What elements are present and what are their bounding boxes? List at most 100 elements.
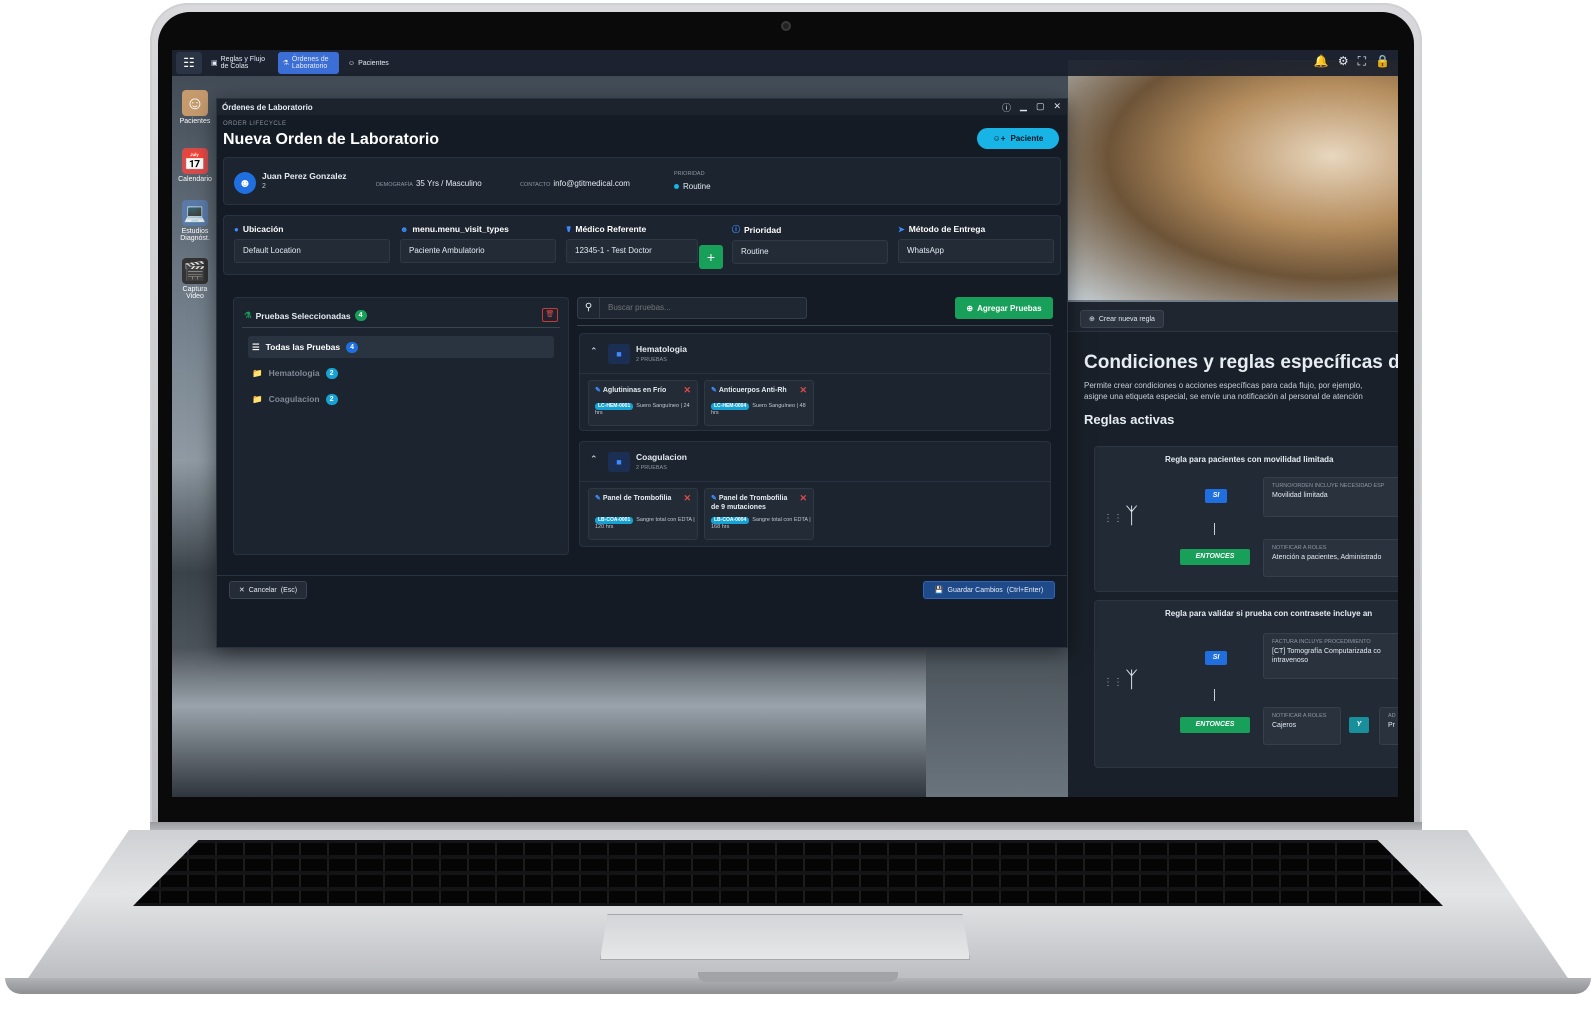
filter-hematologia[interactable]: 📁 Hematologia 2 — [248, 362, 554, 384]
test-group-coagulacion: ⌃ ■ Coagulacion 2 PRUEBAS ✎ Panel de Trom… — [579, 441, 1051, 547]
priority-label: PRIORIDAD — [674, 171, 705, 177]
status-dot-icon — [674, 184, 679, 190]
search-box: ⚲ — [577, 297, 807, 319]
condition-box[interactable]: FACTURA INCLUYE PROCEDIMIENTO [CT] Tomogr… — [1263, 633, 1398, 679]
pipette-icon: ✎ — [711, 387, 717, 394]
remove-test-icon[interactable]: ✕ — [799, 493, 807, 504]
studies-icon: 💻 — [182, 200, 208, 226]
save-button[interactable]: 💾 Guardar Cambios (Ctrl+Enter) — [923, 581, 1055, 599]
priority-select[interactable]: Routine — [732, 240, 888, 264]
rule-card[interactable]: Regla para pacientes con movilidad limit… — [1094, 446, 1398, 592]
then-tag: ENTONCES — [1180, 549, 1250, 565]
help-icon[interactable]: ⓘ — [1002, 101, 1011, 114]
drag-handle-icon[interactable]: ⋮⋮ — [1103, 677, 1123, 688]
folder-icon: 📁 — [252, 393, 263, 404]
desktop-icon-video[interactable]: 🎬 Captura Video — [174, 258, 216, 300]
minimize-icon[interactable]: ▁ — [1020, 101, 1027, 114]
keyboard — [133, 840, 1443, 906]
remove-test-icon[interactable]: ✕ — [683, 385, 691, 396]
patient-button[interactable]: ☺+ Paciente — [977, 128, 1059, 149]
desktop-icon-calendario[interactable]: 📅 Calendario — [174, 148, 216, 183]
rules-heading: Condiciones y reglas específicas de at — [1084, 352, 1398, 373]
user-settings-icon[interactable]: ⚙ — [1338, 54, 1349, 69]
chevron-up-icon[interactable]: ⌃ — [590, 454, 598, 465]
lab-icon: ⚗ — [282, 59, 289, 67]
test-card[interactable]: ✎ Aglutininas en Frío ✕ LC-HEM-0001 Suero … — [588, 380, 698, 426]
filter-all-tests[interactable]: ☰ Todas las Pruebas 4 — [248, 336, 554, 358]
video-icon: 🎬 — [182, 258, 208, 284]
drag-handle-icon[interactable]: ⋮⋮ — [1103, 513, 1123, 524]
lab-order-window: Órdenes de Laboratorio ⓘ ▁ ▢ ✕ ORDER LIF… — [216, 98, 1068, 648]
if-tag: SI — [1205, 651, 1227, 665]
clear-tests-button[interactable]: 🗑 — [542, 308, 558, 322]
folder-icon: ■ — [608, 452, 630, 472]
laptop-notch — [698, 972, 898, 982]
test-card[interactable]: ✎ Panel de Trombofilia de 9 mutaciones ✕ … — [704, 488, 814, 540]
lock-icon[interactable]: 🔒 — [1375, 54, 1390, 69]
lifecycle-label: ORDER LIFECYCLE — [223, 121, 287, 127]
action-box[interactable]: AD Pr — [1379, 707, 1398, 745]
connector-line — [1214, 523, 1215, 535]
field-delivery: ➤ Método de Entrega WhatsApp — [898, 224, 1054, 263]
rule-title: Regla para pacientes con movilidad limit… — [1165, 455, 1334, 464]
test-group-hematologia: ⌃ ■ Hematologia 2 PRUEBAS ✎ Aglutininas e… — [579, 333, 1051, 431]
patients-icon: ☺ — [182, 90, 208, 116]
key-row — [133, 875, 1443, 887]
rules-panel: ⊕ Crear nueva regla Condiciones y reglas … — [1068, 302, 1398, 797]
maximize-icon[interactable]: ▢ — [1036, 101, 1045, 114]
bell-icon[interactable]: 🔔 — [1314, 54, 1329, 69]
patient-contact: CONTACTO info@gtitmedical.com — [520, 179, 630, 188]
chevron-up-icon[interactable]: ⌃ — [590, 346, 598, 357]
plus-circle-icon: ⊕ — [1089, 316, 1095, 323]
page-title: Nueva Orden de Laboratorio — [223, 131, 440, 148]
action-box[interactable]: NOTIFICAR A ROLES Cajeros — [1263, 707, 1341, 745]
selected-tests-heading: ⚗ Pruebas Seleccionadas 4 — [244, 310, 367, 321]
rule-title: Regla para validar si prueba con contras… — [1165, 609, 1373, 618]
divider — [242, 327, 560, 328]
if-tag: SI — [1205, 489, 1227, 503]
create-rule-button[interactable]: ⊕ Crear nueva regla — [1080, 310, 1164, 328]
screen: ☷ ▣ Reglas y Flujo de Colas ⚗ Órdenes de L… — [172, 50, 1398, 797]
add-tests-button[interactable]: ⊕ Agregar Pruebas — [955, 297, 1053, 319]
close-icon[interactable]: ✕ — [1053, 101, 1061, 114]
rule-card[interactable]: Regla para validar si prueba con contras… — [1094, 600, 1398, 768]
rules-toolbar: ⊕ Crear nueva regla — [1068, 302, 1398, 332]
folder-icon: ■ — [608, 344, 630, 364]
stethoscope-icon: ☤ — [566, 224, 572, 234]
group-header[interactable]: ⌃ ■ Hematologia 2 PRUEBAS — [580, 334, 1050, 374]
delivery-select[interactable]: WhatsApp — [898, 239, 1054, 263]
remove-test-icon[interactable]: ✕ — [683, 493, 691, 504]
add-doctor-button[interactable]: + — [699, 245, 723, 269]
desktop-icon-pacientes[interactable]: ☺ Pacientes — [174, 90, 216, 125]
active-rules-heading: Reglas activas — [1084, 412, 1175, 427]
priority-value: Routine — [674, 182, 711, 191]
close-icon: ✕ — [238, 587, 245, 594]
remove-test-icon[interactable]: ✕ — [799, 385, 807, 396]
location-select[interactable]: Default Location — [234, 239, 390, 263]
fullscreen-icon[interactable]: ⛶ — [1358, 54, 1366, 69]
visit-type-select[interactable]: Paciente Ambulatorio — [400, 239, 556, 263]
test-card[interactable]: ✎ Anticuerpos Anti-Rh ✕ LC-HEM-0004 Suero … — [704, 380, 814, 426]
tab-patients[interactable]: ☺ Pacientes — [343, 52, 394, 74]
pipette-icon: ✎ — [595, 387, 601, 394]
tab-rules[interactable]: ▣ Reglas y Flujo de Colas — [206, 52, 274, 74]
filter-coagulacion[interactable]: 📁 Coagulacion 2 — [248, 388, 554, 410]
tab-lab-orders[interactable]: ⚗ Órdenes de Laboratorio — [277, 52, 339, 74]
action-box[interactable]: NOTIFICAR A ROLES Atención a pacientes, A… — [1263, 539, 1398, 577]
laptop-mockup: ☷ ▣ Reglas y Flujo de Colas ⚗ Órdenes de L… — [0, 0, 1596, 1024]
desktop-icon-estudios[interactable]: 💻 Estudios Diagnóst. — [174, 200, 216, 242]
patient-card: ☻ Juan Perez Gonzalez 2 DEMOGRAFÍA 35 Yrs… — [223, 157, 1061, 205]
test-card[interactable]: ✎ Panel de Trombofilia ✕ LB-COA-0001 Sangr… — [588, 488, 698, 540]
and-tag: Y — [1349, 717, 1369, 733]
footer-divider — [217, 575, 1067, 576]
app-grid-icon[interactable]: ☷ — [176, 52, 202, 74]
cancel-button[interactable]: ✕ Cancelar (Esc) — [229, 581, 307, 599]
search-icon: ⚲ — [578, 298, 600, 318]
divider — [577, 325, 1053, 326]
save-icon: 💾 — [934, 587, 944, 594]
group-header[interactable]: ⌃ ■ Coagulacion 2 PRUEBAS — [580, 442, 1050, 482]
doctor-select[interactable]: 12345-1 - Test Doctor — [566, 239, 698, 263]
condition-box[interactable]: TURNO/ORDEN INCLUYE NECESIDAD ESP Movilid… — [1263, 477, 1398, 517]
window-titlebar[interactable]: Órdenes de Laboratorio — [217, 99, 1067, 115]
search-input[interactable] — [608, 303, 798, 312]
